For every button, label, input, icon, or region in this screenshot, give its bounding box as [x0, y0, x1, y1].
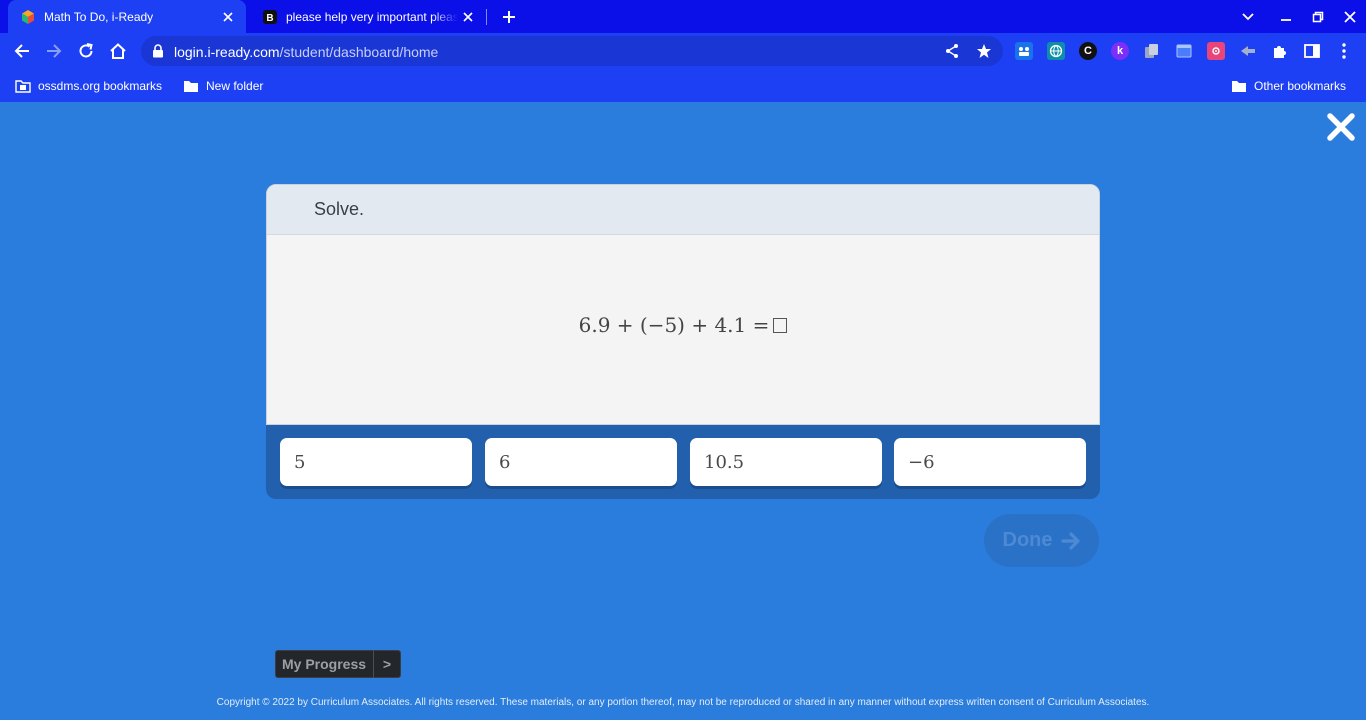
tab-close-icon[interactable]: [218, 7, 238, 27]
bookmarks-bar: ossdms.org bookmarks New folder Other bo…: [0, 69, 1366, 102]
extension-window-icon[interactable]: [1175, 42, 1193, 60]
browser-toolbar: login.i-ready.com/student/dashboard/home…: [0, 33, 1366, 69]
extension-c-icon[interactable]: C: [1079, 42, 1097, 60]
brainly-favicon-icon: B: [263, 9, 277, 24]
answer-choices-tray: 5 6 10.5 −6: [266, 425, 1100, 499]
url-path: /student/dashboard/home: [279, 44, 439, 60]
answer-choice-3[interactable]: 10.5: [690, 438, 882, 486]
question-header: Solve.: [267, 185, 1099, 235]
restore-icon[interactable]: [1307, 6, 1329, 28]
minimize-icon[interactable]: [1275, 6, 1297, 28]
equation: 6.9 + (−5) + 4.1 =: [267, 313, 1099, 337]
home-icon[interactable]: [107, 40, 129, 62]
share-icon[interactable]: [943, 42, 961, 60]
bookmark-new-folder[interactable]: New folder: [183, 77, 263, 95]
bookmark-label: ossdms.org bookmarks: [38, 79, 163, 93]
tab-separator: [486, 9, 487, 25]
url-domain: login.i-ready.com: [174, 44, 280, 60]
tab-close-icon[interactable]: [458, 7, 478, 27]
url-text: login.i-ready.com/student/dashboard/home: [174, 44, 438, 60]
other-bookmarks[interactable]: Other bookmarks: [1231, 77, 1346, 95]
tab-brainly[interactable]: B please help very important please: [250, 0, 486, 33]
done-label: Done: [1002, 529, 1053, 551]
tab-search-chevron-icon[interactable]: [1237, 6, 1259, 28]
equation-text: 6.9 + (−5) + 4.1 =: [578, 313, 770, 337]
arrow-right-icon: [1060, 531, 1080, 550]
answer-choice-4[interactable]: −6: [894, 438, 1086, 486]
extension-camera-icon[interactable]: [1207, 42, 1225, 60]
copyright-notice: Copyright © 2022 by Curriculum Associate…: [216, 697, 1150, 708]
address-bar[interactable]: login.i-ready.com/student/dashboard/home: [141, 36, 1003, 66]
kebab-menu-icon[interactable]: [1335, 42, 1353, 60]
my-progress-arrow: >: [382, 656, 392, 672]
answer-choice-2[interactable]: 6: [485, 438, 677, 486]
forward-arrow-icon[interactable]: [43, 40, 65, 62]
answer-blank-box: [773, 318, 788, 333]
bookmarks-folder-icon: [15, 80, 31, 93]
side-panel-icon[interactable]: [1303, 42, 1321, 60]
lock-icon: [153, 44, 163, 58]
extension-cards-icon[interactable]: [1143, 42, 1161, 60]
new-tab-plus-icon[interactable]: [498, 6, 520, 28]
my-progress-label: My Progress: [282, 656, 367, 672]
extension-globe-icon[interactable]: [1047, 42, 1065, 60]
close-lesson-icon[interactable]: [1326, 112, 1356, 142]
extension-classroom-icon[interactable]: [1015, 42, 1033, 60]
extension-k-icon[interactable]: k: [1111, 42, 1129, 60]
tab-title: Math To Do, i-Ready: [44, 9, 154, 24]
extension-arrow-icon[interactable]: [1239, 42, 1257, 60]
tab-title: please help very important please: [286, 9, 458, 24]
reload-icon[interactable]: [75, 40, 97, 62]
browser-tab-strip: Math To Do, i-Ready B please help very i…: [0, 0, 1366, 33]
bookmark-ossdms[interactable]: ossdms.org bookmarks: [15, 77, 162, 95]
answer-choice-1[interactable]: 5: [280, 438, 472, 486]
my-progress-button[interactable]: My Progress >: [275, 650, 401, 678]
iready-favicon-icon: [22, 9, 34, 24]
bookmark-label: New folder: [206, 79, 264, 93]
svg-text:B: B: [266, 13, 273, 24]
folder-icon: [1232, 81, 1246, 92]
extensions-puzzle-icon[interactable]: [1271, 42, 1289, 60]
back-arrow-icon[interactable]: [11, 40, 33, 62]
tab-iready[interactable]: Math To Do, i-Ready: [8, 0, 246, 33]
window-close-icon[interactable]: [1339, 6, 1361, 28]
question-prompt: Solve.: [314, 199, 365, 219]
question-card: Solve. 6.9 + (−5) + 4.1 =: [266, 184, 1100, 425]
folder-icon: [184, 81, 198, 92]
other-bookmarks-label: Other bookmarks: [1254, 79, 1347, 93]
done-button[interactable]: Done: [984, 514, 1099, 567]
bookmark-star-icon[interactable]: [975, 42, 993, 60]
